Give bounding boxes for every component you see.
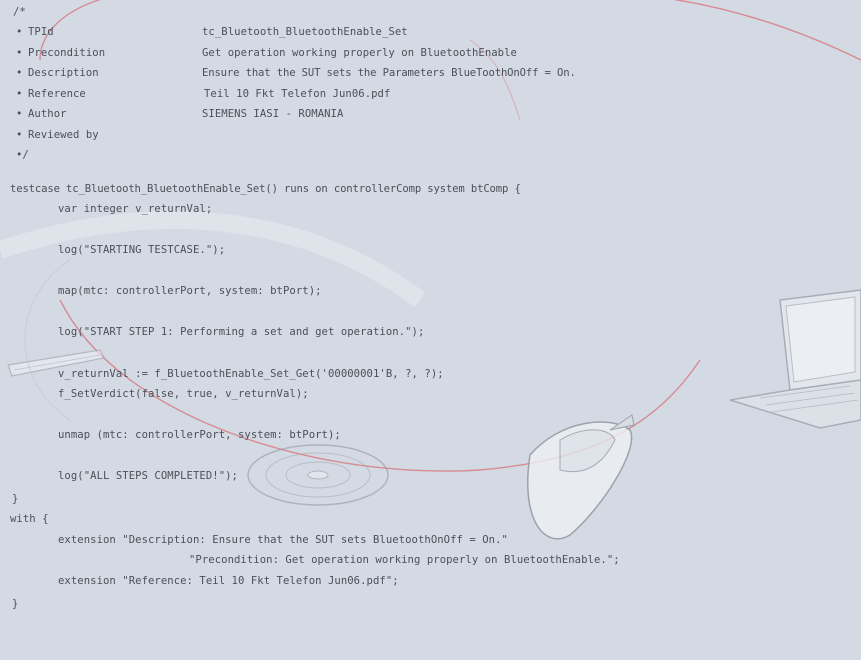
comment-close: •/ [16, 149, 29, 161]
comment-bullet: • [16, 47, 23, 59]
testcase-close-brace: } [12, 493, 19, 505]
var-declaration: var integer v_returnVal; [58, 203, 213, 215]
comment-bullet: • [16, 129, 23, 141]
field-key-description: Description [28, 67, 99, 79]
code-view: /* • TPId tc_Bluetooth_BluetoothEnable_S… [0, 0, 861, 660]
comment-bullet: • [16, 67, 23, 79]
field-value-reference: Teil 10 Fkt Telefon Jun06.pdf [204, 88, 391, 100]
with-close-brace: } [12, 598, 19, 610]
testcase-signature: testcase tc_Bluetooth_BluetoothEnable_Se… [10, 183, 521, 195]
field-value-precondition: Get operation working properly on Blueto… [202, 47, 517, 59]
comment-bullet: • [16, 108, 23, 120]
field-key-reviewed-by: Reviewed by [28, 129, 99, 141]
field-value-description: Ensure that the SUT sets the Parameters … [202, 67, 576, 79]
assign-statement: v_returnVal := f_BluetoothEnable_Set_Get… [58, 368, 444, 380]
log-step1-statement: log("START STEP 1: Performing a set and … [58, 326, 425, 338]
log-start-statement: log("STARTING TESTCASE."); [58, 244, 226, 256]
field-key-author: Author [28, 108, 67, 120]
extension-description: extension "Description: Ensure that the … [58, 534, 508, 546]
field-key-precondition: Precondition [28, 47, 106, 59]
field-value-author: SIEMENS IASI - ROMANIA [202, 108, 344, 120]
log-done-statement: log("ALL STEPS COMPLETED!"); [58, 470, 238, 482]
unmap-statement: unmap (mtc: controllerPort, system: btPo… [58, 429, 341, 441]
with-open: with { [10, 513, 49, 525]
field-key-tpid: TPId [28, 26, 54, 38]
comment-bullet: • [16, 88, 23, 100]
field-value-tpid: tc_Bluetooth_BluetoothEnable_Set [202, 26, 408, 38]
extension-reference: extension "Reference: Teil 10 Fkt Telefo… [58, 575, 399, 587]
field-key-reference: Reference [28, 88, 86, 100]
map-statement: map(mtc: controllerPort, system: btPort)… [58, 285, 322, 297]
comment-open: /* [13, 6, 26, 18]
comment-bullet: • [16, 26, 23, 38]
verdict-statement: f_SetVerdict(false, true, v_returnVal); [58, 388, 309, 400]
extension-precondition: "Precondition: Get operation working pro… [189, 554, 620, 566]
